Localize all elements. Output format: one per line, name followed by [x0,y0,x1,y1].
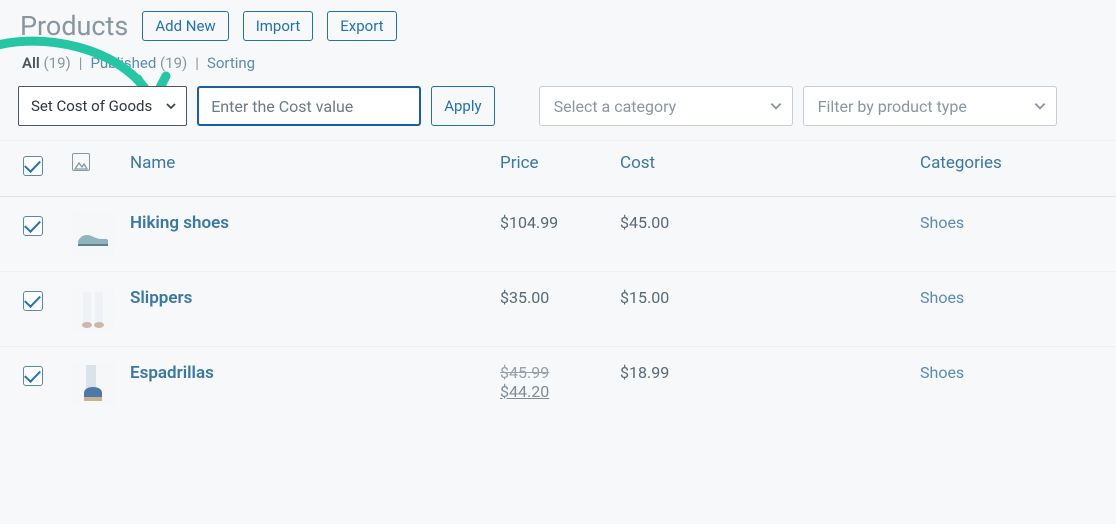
export-button[interactable]: Export [327,11,396,41]
filter-all[interactable]: All (19) [22,54,71,72]
product-price-sale: $44.20 [500,382,549,401]
product-name-link[interactable]: Slippers [130,288,192,308]
filter-published-label: Published [90,54,156,72]
image-column-icon [72,153,90,171]
product-category-link[interactable]: Shoes [920,363,964,382]
row-checkbox[interactable] [23,216,43,236]
filter-all-count: (19) [44,54,71,72]
filter-published-count: (19) [160,54,187,72]
filter-all-label: All [22,54,40,72]
category-filter-label: Select a category [554,97,677,116]
product-thumbnail[interactable] [72,213,114,255]
column-header-cost[interactable]: Cost [612,141,912,197]
table-row: Hiking shoes $104.99 $45.00 Shoes [0,197,1116,272]
add-new-button[interactable]: Add New [142,11,228,41]
product-name-link[interactable]: Espadrillas [130,363,214,383]
column-header-categories[interactable]: Categories [912,141,1116,197]
product-name-link[interactable]: Hiking shoes [130,213,229,233]
table-row: Slippers $35.00 $15.00 Shoes [0,272,1116,347]
column-header-name[interactable]: Name [122,141,492,197]
product-cost: $45.00 [620,213,669,232]
product-price: $45.99 $44.20 [500,363,604,401]
product-cost: $18.99 [620,363,669,382]
product-thumbnail[interactable] [72,363,114,405]
category-filter-select[interactable]: Select a category [539,86,793,126]
product-price: $104.99 [500,213,558,232]
bulk-action-select[interactable]: Set Cost of Goods [18,86,187,126]
import-button[interactable]: Import [243,11,314,41]
table-row: Espadrillas $45.99 $44.20 $18.99 Shoes [0,347,1116,422]
select-all-checkbox[interactable] [23,156,43,176]
filter-separator: | [79,54,83,72]
column-header-price[interactable]: Price [492,141,612,197]
apply-button[interactable]: Apply [431,86,494,126]
row-checkbox[interactable] [23,366,43,386]
filter-sorting[interactable]: Sorting [207,54,255,72]
filter-published[interactable]: Published (19) [90,54,187,72]
page-title: Products [20,10,128,42]
product-thumbnail[interactable] [72,288,114,330]
product-type-filter-label: Filter by product type [818,97,967,116]
product-price-original: $45.99 [500,363,604,382]
products-table: Name Price Cost Categories Hiking shoes … [0,140,1116,421]
cost-value-input[interactable] [197,86,421,126]
product-type-filter-select[interactable]: Filter by product type [803,86,1057,126]
filter-separator: | [195,54,199,72]
product-price: $35.00 [500,288,549,307]
product-cost: $15.00 [620,288,669,307]
product-category-link[interactable]: Shoes [920,213,964,232]
product-category-link[interactable]: Shoes [920,288,964,307]
row-checkbox[interactable] [23,291,43,311]
